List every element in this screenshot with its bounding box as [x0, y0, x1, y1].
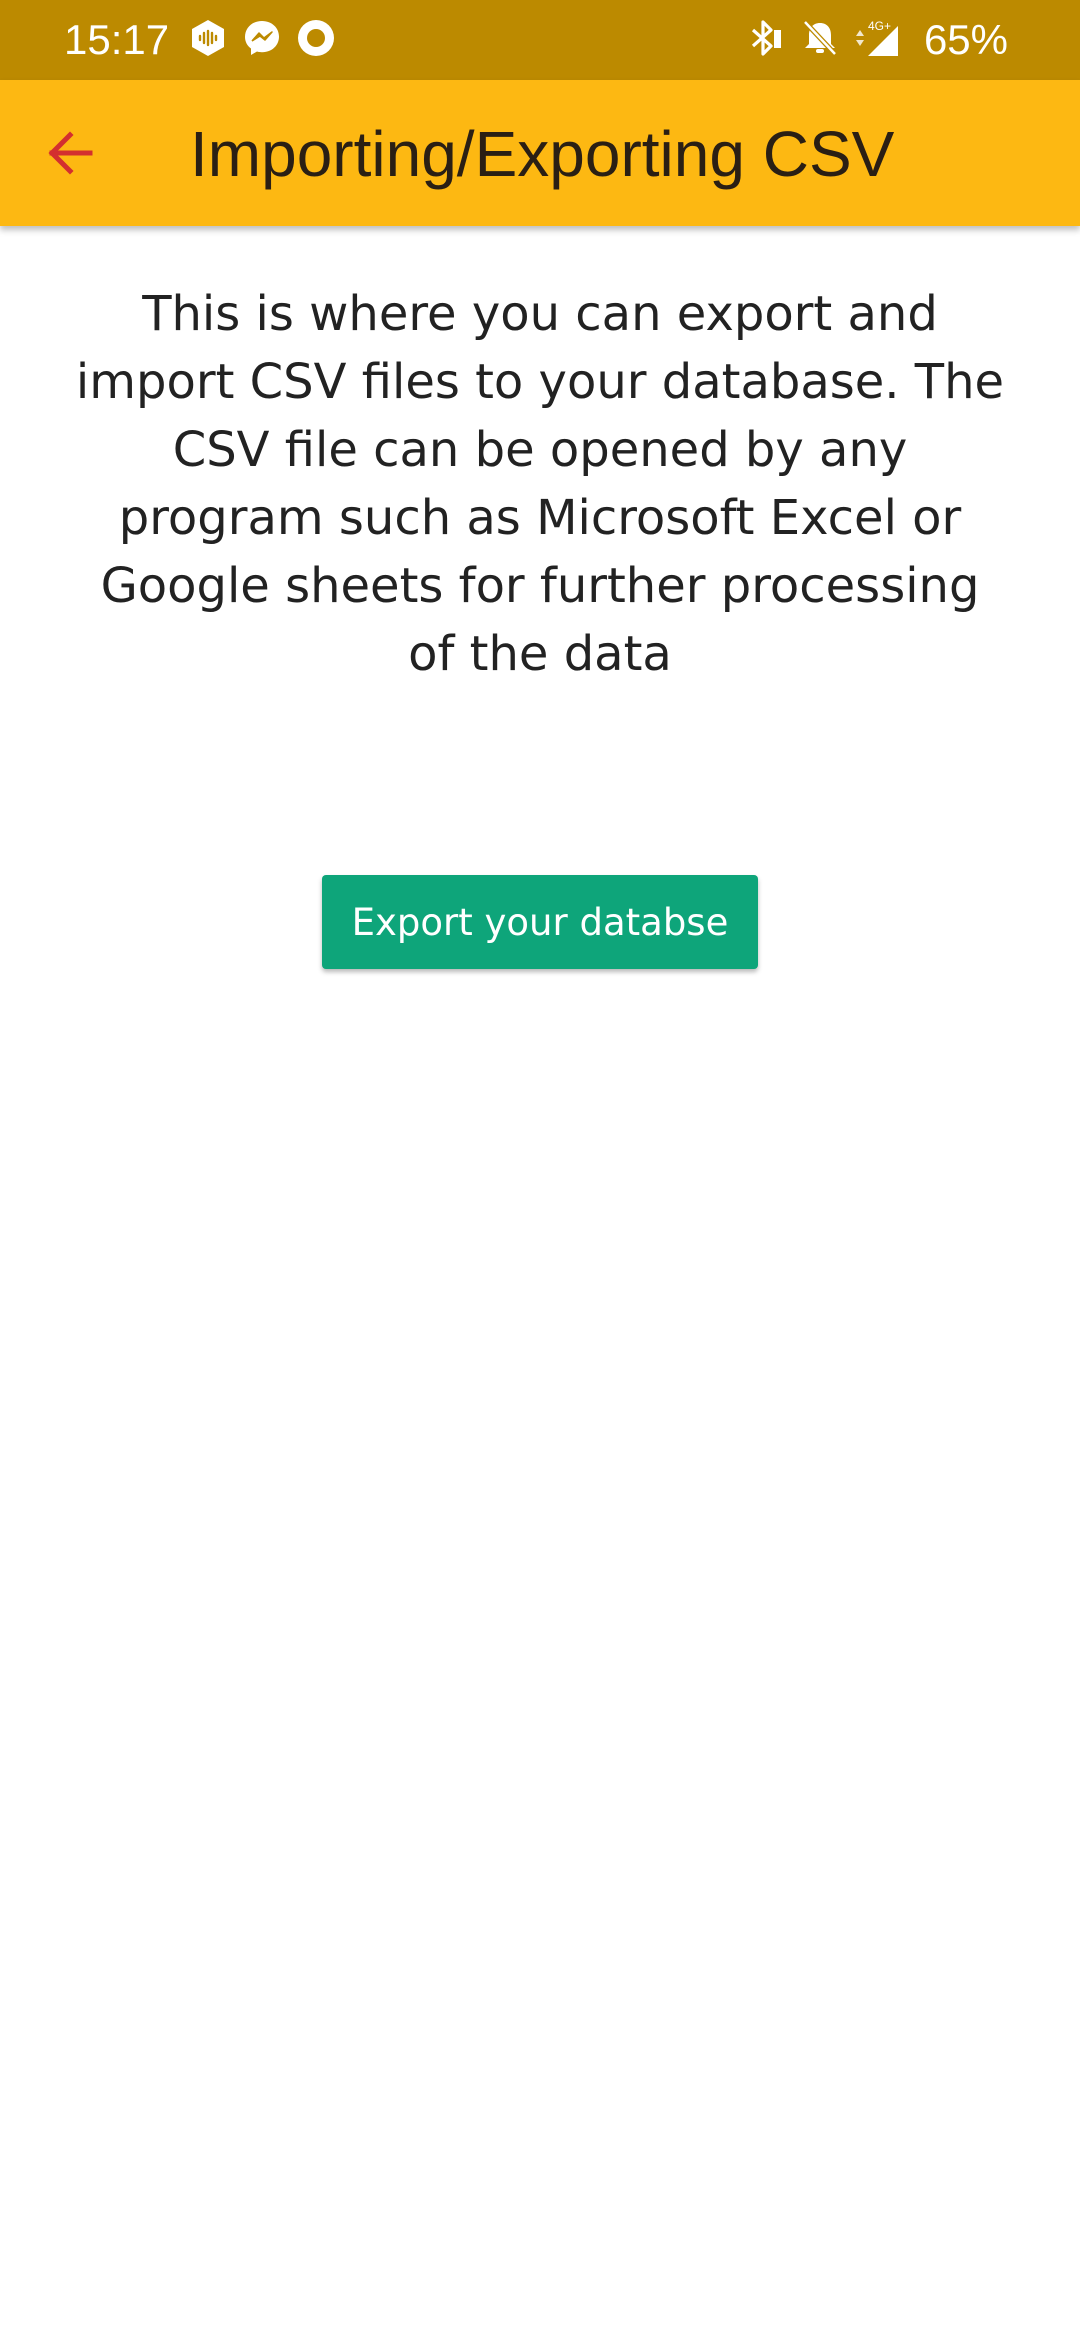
battery-percentage: 65%: [923, 16, 1008, 63]
app-bar: Importing/Exporting CSV: [0, 80, 1080, 226]
bell-muted-icon: [803, 20, 837, 56]
description-text: This is where you can export and import …: [75, 286, 1005, 682]
messenger-icon: [245, 21, 279, 55]
export-database-button[interactable]: Export your databse: [322, 875, 758, 969]
audiomack-icon: [192, 20, 224, 56]
status-bar: 15:17 4G+ 65%: [0, 0, 1080, 80]
signal-icon: 4G+: [856, 19, 898, 56]
network-type-label: 4G+: [868, 19, 891, 33]
status-time: 15:17: [64, 16, 170, 63]
bluetooth-icon: [751, 20, 781, 56]
back-button[interactable]: [30, 113, 110, 193]
record-circle-icon: [298, 20, 334, 56]
page-title: Importing/Exporting CSV: [190, 118, 895, 190]
arrow-left-icon: [48, 131, 93, 175]
